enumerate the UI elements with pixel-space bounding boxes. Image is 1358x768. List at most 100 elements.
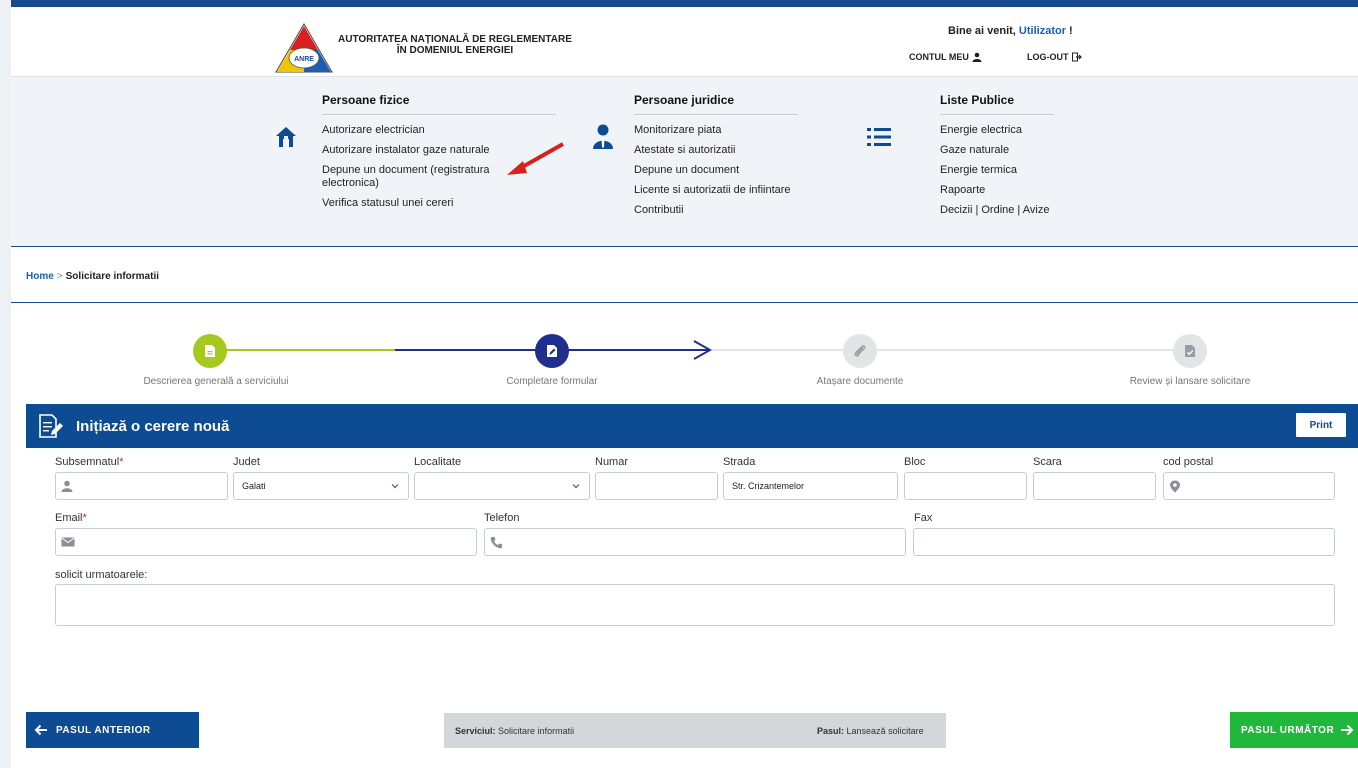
status-step-label: Pasul:	[817, 726, 845, 736]
telefon-label: Telefon	[484, 512, 520, 524]
nav-item-depune-document[interactable]: Depune un document (registratura electro…	[322, 164, 512, 190]
nav-item-energie-termica[interactable]: Energie termica	[940, 164, 1130, 177]
nav-item-autorizare-instalator[interactable]: Autorizare instalator gaze naturale	[322, 144, 512, 157]
welcome-prefix: Bine ai venit,	[948, 25, 1019, 37]
document-check-icon	[1185, 345, 1195, 357]
nav-item-contributii[interactable]: Contributii	[634, 204, 824, 217]
nav-item-energie-electrica[interactable]: Energie electrica	[940, 124, 1130, 137]
form-header: Inițiază o cerere nouă Print	[26, 404, 1358, 448]
nav-item-decizii[interactable]: Decizii | Ordine | Avize	[940, 204, 1130, 217]
org-line-2: ÎN DOMENIUL ENERGIEI	[396, 45, 514, 56]
scara-input[interactable]	[1033, 472, 1156, 500]
nav-item-verifica-status[interactable]: Verifica statusul unei cereri	[322, 197, 512, 210]
numar-input[interactable]	[595, 472, 718, 500]
step-line-1	[211, 349, 395, 351]
nav-col2-title: Persoane juridice	[634, 93, 798, 115]
document-icon	[205, 345, 215, 357]
chevron-down-icon	[572, 484, 580, 489]
judet-select[interactable]: Galati	[233, 472, 409, 500]
status-service: Serviciul: Solicitare informatii	[455, 726, 574, 736]
top-accent-bar	[11, 0, 1358, 7]
judet-value: Galati	[242, 481, 266, 491]
nav-item-atestate[interactable]: Atestate si autorizatii	[634, 144, 824, 157]
nav-item-monitorizare-piata[interactable]: Monitorizare piata	[634, 124, 824, 137]
breadcrumb-current: Solicitare informatii	[65, 271, 159, 282]
breadcrumb-home[interactable]: Home	[26, 271, 54, 282]
nav-item-rapoarte[interactable]: Rapoarte	[940, 184, 1130, 197]
fax-input[interactable]	[913, 528, 1335, 556]
subsemnatul-label-text: Subsemnatul	[55, 456, 120, 468]
red-arrow-annotation	[507, 142, 564, 175]
nav-col-persoane-juridice: Persoane juridice Monitorizare piata Ate…	[634, 93, 824, 224]
business-person-icon	[593, 124, 613, 149]
step-1-circle[interactable]	[193, 334, 227, 368]
user-icon	[972, 52, 982, 62]
chevron-down-icon	[391, 484, 399, 489]
org-line-1: AUTORITATEA NAȚIONALĂ DE REGLEMENTARE	[338, 34, 572, 45]
arrow-left-icon	[34, 724, 47, 736]
subsemnatul-input[interactable]	[55, 472, 228, 500]
print-button[interactable]: Print	[1295, 412, 1347, 438]
account-link[interactable]: CONTUL MEU	[909, 52, 982, 62]
nav-item-autorizare-electrician[interactable]: Autorizare electrician	[322, 124, 512, 137]
previous-step-button[interactable]: PASUL ANTERIOR	[26, 712, 199, 748]
nav-col1-title: Persoane fizice	[322, 93, 556, 115]
strada-input[interactable]: Str. Crizantemelor	[723, 472, 898, 500]
logout-link[interactable]: LOG-OUT	[1027, 52, 1082, 62]
org-name: AUTORITATEA NAȚIONALĂ DE REGLEMENTARE ÎN…	[338, 34, 572, 56]
phone-icon	[490, 536, 503, 549]
nav-band: Persoane fizice Autorizare electrician A…	[11, 77, 1358, 247]
breadcrumb-divider	[11, 302, 1358, 303]
welcome-suffix: !	[1065, 25, 1073, 37]
email-label: Email*	[55, 512, 87, 524]
house-icon	[276, 127, 296, 147]
cod-postal-input[interactable]	[1163, 472, 1335, 500]
status-bar: Serviciul: Solicitare informatii Pasul: …	[444, 713, 946, 748]
step-4-label: Review și lansare solicitare	[1129, 376, 1251, 387]
step-2-label: Completare formular	[506, 376, 598, 387]
arrow-right-icon	[1341, 724, 1354, 736]
nav-item-licente[interactable]: Licente si autorizatii de infiintare	[634, 184, 824, 197]
welcome-user[interactable]: Utilizator	[1019, 25, 1066, 37]
form-document-icon	[39, 414, 63, 438]
bloc-label: Bloc	[904, 456, 926, 468]
telefon-input[interactable]	[484, 528, 906, 556]
required-mark: *	[82, 512, 87, 524]
fax-label: Fax	[914, 512, 933, 524]
logo-text: ANRE	[294, 56, 314, 63]
numar-label: Numar	[595, 456, 629, 468]
previous-step-label: PASUL ANTERIOR	[56, 724, 151, 736]
bloc-input[interactable]	[904, 472, 1027, 500]
stepper: Descrierea generală a serviciului Comple…	[11, 330, 1358, 390]
step-4-circle[interactable]	[1173, 334, 1207, 368]
user-field-icon	[61, 480, 73, 492]
step-2-circle[interactable]	[535, 334, 569, 368]
next-step-button[interactable]: PASUL URMĂTOR	[1230, 712, 1358, 748]
cod-postal-label: cod postal	[1163, 456, 1214, 468]
nav-item-depune-document-pj[interactable]: Depune un document	[634, 164, 824, 177]
breadcrumb: Home > Solicitare informatii	[26, 271, 159, 282]
nav-item-gaze-naturale[interactable]: Gaze naturale	[940, 144, 1130, 157]
email-label-text: Email	[55, 512, 83, 524]
map-marker-icon	[1170, 480, 1180, 493]
step-1-label: Descrierea generală a serviciului	[143, 376, 289, 387]
anre-logo[interactable]: ANRE	[274, 22, 334, 74]
next-step-label: PASUL URMĂTOR	[1241, 724, 1335, 736]
subsemnatul-label: Subsemnatul*	[55, 456, 124, 468]
localitate-label: Localitate	[414, 456, 462, 468]
email-input[interactable]	[55, 528, 477, 556]
breadcrumb-separator: >	[56, 271, 63, 282]
welcome-message: Bine ai venit, Utilizator !	[948, 25, 1073, 37]
status-step-value: Lansează solicitare	[846, 726, 924, 736]
step-3-circle[interactable]	[843, 334, 877, 368]
header: ANRE AUTORITATEA NAȚIONALĂ DE REGLEMENTA…	[11, 7, 1358, 77]
judet-label: Judet	[233, 456, 260, 468]
localitate-select[interactable]	[414, 472, 590, 500]
solicit-textarea[interactable]	[55, 584, 1335, 626]
status-service-value: Solicitare informatii	[498, 726, 575, 736]
list-icon	[867, 128, 891, 146]
solicit-label: solicit urmatoarele:	[55, 569, 148, 581]
step-3-label: Atașare documente	[816, 376, 904, 387]
logout-icon	[1071, 52, 1082, 62]
logout-label: LOG-OUT	[1027, 52, 1069, 62]
